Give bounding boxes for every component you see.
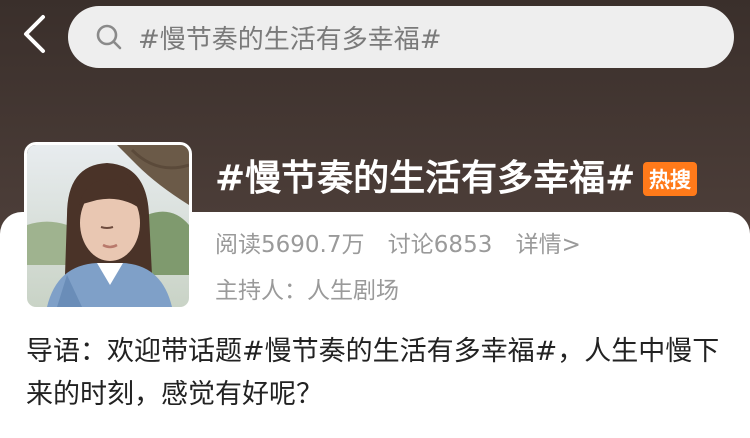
read-count: 阅读5690.7万 <box>215 232 365 258</box>
detail-link[interactable]: 详情> <box>516 232 581 258</box>
discussion-count: 讨论6853 <box>387 232 493 258</box>
search-bar[interactable]: #慢节奏的生活有多幸福# <box>68 6 734 68</box>
topic-title: #慢节奏的生活有多幸福# <box>215 158 636 199</box>
topic-host[interactable]: 主持人：人生剧场 <box>215 271 399 305</box>
topic-cover-image[interactable] <box>24 142 192 310</box>
search-query-text[interactable]: #慢节奏的生活有多幸福# <box>138 19 442 56</box>
topic-stats: 阅读5690.7万 讨论6853 详情> <box>215 225 597 259</box>
topic-intro: 导语：欢迎带话题#慢节奏的生活有多幸福#，人生中慢下来的时刻，感觉有好呢？ <box>26 336 720 410</box>
chevron-left-icon <box>21 14 47 58</box>
back-button[interactable] <box>14 14 54 58</box>
hot-search-badge: 热搜 <box>643 162 697 196</box>
search-icon <box>94 22 124 52</box>
